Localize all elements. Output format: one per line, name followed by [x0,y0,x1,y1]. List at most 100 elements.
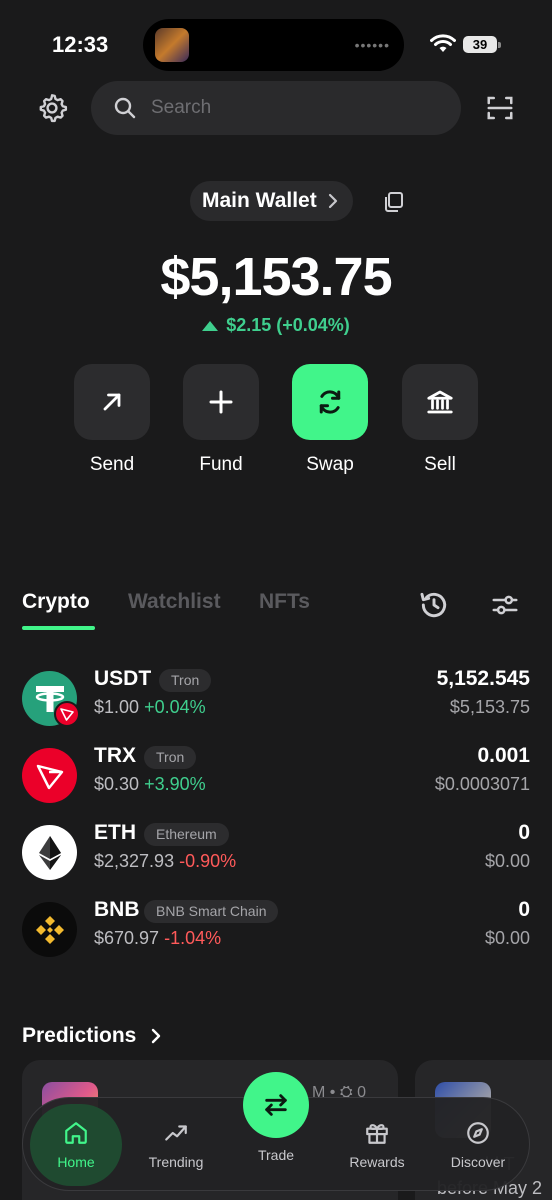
home-icon [65,1122,87,1144]
total-balance: $5,153.75 [160,247,392,307]
arrow-up-right-icon [103,393,121,411]
token-amount: 0 [518,821,530,844]
token-symbol: BNB [94,898,140,921]
copy-address-button[interactable] [378,187,408,217]
bank-icon [427,390,453,414]
token-change: +0.04% [144,697,206,717]
sell-label: Sell [424,454,456,475]
tab-nfts[interactable]: NFTs [259,590,310,614]
balance-change: $2.15 (+0.04%) [0,315,552,336]
send-label: Send [89,454,135,475]
predictions-header[interactable]: Predictions [22,1024,162,1048]
predictions-title: Predictions [22,1024,137,1047]
nav-rewards-label: Rewards [349,1154,405,1170]
tab-crypto[interactable]: Crypto [22,590,90,614]
sliders-icon [492,595,518,615]
token-price-value: $670.97 [94,928,160,948]
token-row-trx[interactable]: TRX Tron $0.30 +3.90% 0.001 $0.0003071 [0,742,552,812]
token-fiat-value: $0.00 [484,851,530,871]
token-price: $1.00 +0.04% [94,697,206,718]
live-activity-app-icon [155,28,189,62]
token-amount: 5,152.545 [436,667,530,690]
tron-chain-badge-icon [54,701,80,727]
nav-discover-label: Discover [450,1154,506,1170]
token-price: $0.30 +3.90% [94,774,206,795]
nav-home[interactable]: Home [30,1098,122,1192]
search-icon [114,97,136,119]
swap-label: Swap [306,454,354,475]
chevron-right-icon [328,193,337,209]
history-button[interactable] [417,588,451,622]
fund-button[interactable] [183,364,259,440]
plus-icon [209,390,233,414]
token-symbol: ETH [94,821,136,844]
history-icon [420,592,447,618]
swap-icon [319,390,341,414]
gear-icon [39,94,68,123]
network-badge: Ethereum [144,823,229,846]
swap-button[interactable] [292,364,368,440]
nav-rewards[interactable]: Rewards [331,1098,423,1192]
gift-icon [366,1124,388,1144]
sell-button[interactable] [402,364,478,440]
trade-button[interactable] [243,1072,309,1138]
sell-action[interactable]: Sell [402,364,478,476]
network-badge: BNB Smart Chain [144,900,279,923]
copy-icon [385,192,403,212]
token-price-value: $1.00 [94,697,140,717]
token-price: $2,327.93 -0.90% [94,851,236,872]
nav-home-label: Home [57,1154,95,1170]
token-change: +3.90% [144,774,206,794]
eth-logo-icon [22,825,77,880]
network-badge: Tron [159,669,212,692]
token-change: -0.90% [179,851,237,871]
swap-action[interactable]: Swap [292,364,368,476]
arrows-left-right-icon [265,1094,287,1116]
wifi-icon [430,34,456,52]
tab-watchlist[interactable]: Watchlist [128,590,221,614]
fund-label: Fund [199,454,243,475]
token-row-usdt[interactable]: USDT Tron $1.00 +0.04% 5,152.545 $5,153.… [0,665,552,735]
token-change: -1.04% [164,928,222,948]
token-symbol: TRX [94,744,136,767]
compass-icon [467,1122,489,1144]
token-amount: 0 [518,898,530,921]
scan-button[interactable] [480,88,520,128]
token-price-value: $2,327.93 [94,851,175,871]
wallet-selector[interactable]: Main Wallet [190,181,353,221]
token-fiat-value: $5,153.75 [449,697,530,717]
send-action[interactable]: Send [74,364,150,476]
live-activity-dots: •••••• [354,37,390,53]
battery-nub [498,42,501,48]
status-bar: 12:33 •••••• 39 [0,0,552,90]
fund-action[interactable]: Fund [183,364,259,476]
network-badge: Tron [144,746,197,769]
dynamic-island: •••••• [143,19,404,71]
token-amount: 0.001 [477,744,530,767]
trx-logo-icon [22,748,77,803]
token-row-eth[interactable]: ETH Ethereum $2,327.93 -0.90% 0 $0.00 [0,819,552,889]
bnb-logo-icon [22,902,77,957]
scan-icon [487,96,513,120]
search-bar[interactable] [91,81,461,135]
search-input[interactable] [151,97,431,119]
token-fiat-value: $0.0003071 [434,774,530,794]
nav-trending-label: Trending [148,1154,204,1170]
settings-button[interactable] [32,88,72,128]
wallet-name: Main Wallet [202,189,317,212]
status-time: 12:33 [52,32,109,57]
chevron-right-icon [152,1028,161,1044]
nav-trade-label: Trade [257,1147,295,1163]
balance-change-value: $2.15 (+0.04%) [226,315,350,335]
triangle-up-icon [202,320,219,331]
token-price-value: $0.30 [94,774,140,794]
token-row-bnb[interactable]: BNB BNB Smart Chain $670.97 -1.04% 0 $0.… [0,896,552,966]
nav-trending[interactable]: Trending [130,1098,222,1192]
battery-indicator: 39 [463,36,497,53]
token-fiat-value: $0.00 [484,928,530,948]
trending-icon [165,1125,187,1141]
send-button[interactable] [74,364,150,440]
token-symbol: USDT [94,667,152,690]
filter-button[interactable] [488,588,522,622]
nav-discover[interactable]: Discover [432,1098,524,1192]
